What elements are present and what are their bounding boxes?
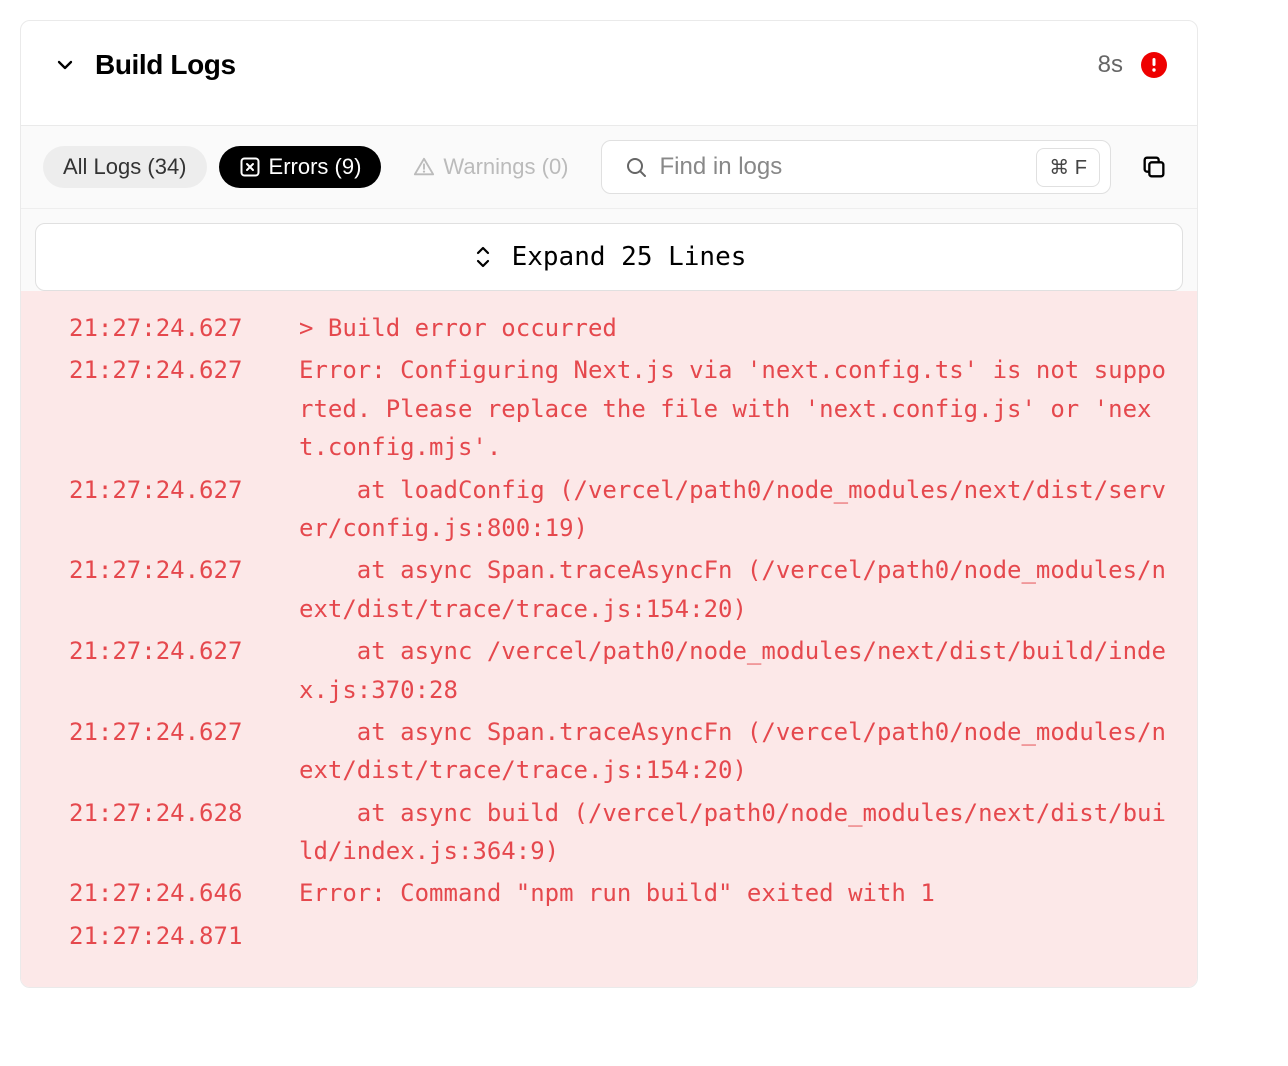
error-box-icon xyxy=(239,156,261,178)
build-logs-panel: Build Logs 8s All Logs (34) Errors (9) W… xyxy=(20,20,1198,988)
expand-wrap: Expand 25 Lines xyxy=(21,209,1197,291)
log-search[interactable]: ⌘ F xyxy=(601,140,1111,194)
filter-errors[interactable]: Errors (9) xyxy=(219,146,382,188)
filter-all-logs[interactable]: All Logs (34) xyxy=(43,146,207,188)
log-timestamp: 21:27:24.627 xyxy=(69,632,299,670)
log-line[interactable]: 21:27:24.627 at async Span.traceAsyncFn … xyxy=(69,551,1169,628)
panel-title: Build Logs xyxy=(95,49,236,81)
log-message: at async /vercel/path0/node_modules/next… xyxy=(299,632,1169,709)
expand-lines-button[interactable]: Expand 25 Lines xyxy=(35,223,1183,291)
log-message: at async Span.traceAsyncFn (/vercel/path… xyxy=(299,713,1169,790)
error-status-icon xyxy=(1141,52,1167,78)
log-message: at loadConfig (/vercel/path0/node_module… xyxy=(299,471,1169,548)
log-timestamp: 21:27:24.627 xyxy=(69,713,299,751)
filter-warnings-label: Warnings (0) xyxy=(443,154,568,180)
expand-label: Expand 25 Lines xyxy=(512,242,747,272)
log-timestamp: 21:27:24.627 xyxy=(69,471,299,509)
search-icon xyxy=(622,153,650,181)
log-timestamp: 21:27:24.628 xyxy=(69,794,299,832)
copy-logs-button[interactable] xyxy=(1133,146,1175,188)
search-input[interactable] xyxy=(660,153,1029,181)
log-output: 21:27:24.627> Build error occurred21:27:… xyxy=(21,291,1197,987)
log-line[interactable]: 21:27:24.646Error: Command "npm run buil… xyxy=(69,874,1169,912)
log-message: Error: Command "npm run build" exited wi… xyxy=(299,874,1169,912)
expand-updown-icon xyxy=(472,244,494,270)
log-timestamp: 21:27:24.627 xyxy=(69,309,299,347)
log-line[interactable]: 21:27:24.627 at async Span.traceAsyncFn … xyxy=(69,713,1169,790)
filter-all-label: All Logs (34) xyxy=(63,154,187,180)
log-message: at async build (/vercel/path0/node_modul… xyxy=(299,794,1169,871)
log-timestamp: 21:27:24.871 xyxy=(69,917,299,955)
log-message: at async Span.traceAsyncFn (/vercel/path… xyxy=(299,551,1169,628)
log-timestamp: 21:27:24.627 xyxy=(69,351,299,389)
log-timestamp: 21:27:24.646 xyxy=(69,874,299,912)
log-line[interactable]: 21:27:24.627 at async /vercel/path0/node… xyxy=(69,632,1169,709)
log-line[interactable]: 21:27:24.628 at async build (/vercel/pat… xyxy=(69,794,1169,871)
filter-warnings: Warnings (0) xyxy=(393,146,588,188)
log-timestamp: 21:27:24.627 xyxy=(69,551,299,589)
log-line[interactable]: 21:27:24.627 at loadConfig (/vercel/path… xyxy=(69,471,1169,548)
log-message: Error: Configuring Next.js via 'next.con… xyxy=(299,351,1169,466)
build-duration: 8s xyxy=(1098,51,1123,79)
search-shortcut: ⌘ F xyxy=(1036,148,1100,187)
log-line[interactable]: 21:27:24.627> Build error occurred xyxy=(69,309,1169,347)
warning-triangle-icon xyxy=(413,156,435,178)
chevron-down-icon[interactable] xyxy=(51,51,79,79)
log-line[interactable]: 21:27:24.627Error: Configuring Next.js v… xyxy=(69,351,1169,466)
log-toolbar: All Logs (34) Errors (9) Warnings (0) ⌘ … xyxy=(21,126,1197,209)
log-line[interactable]: 21:27:24.871 xyxy=(69,917,1169,955)
panel-header[interactable]: Build Logs 8s xyxy=(21,21,1197,126)
filter-errors-label: Errors (9) xyxy=(269,154,362,180)
log-message: > Build error occurred xyxy=(299,309,1169,347)
